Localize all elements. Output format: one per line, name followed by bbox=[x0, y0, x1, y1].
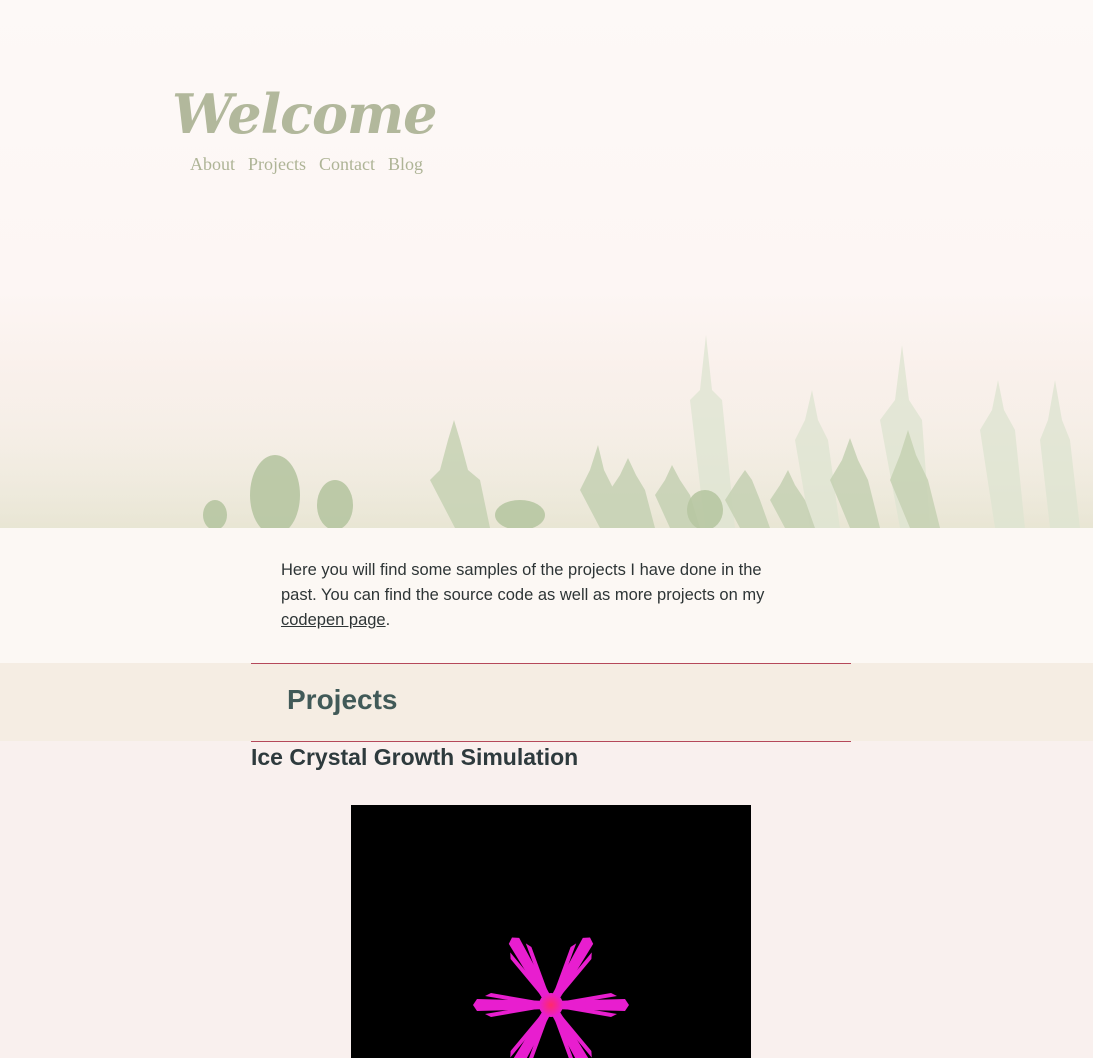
projects-heading: Projects bbox=[287, 684, 398, 715]
forest-background-image bbox=[0, 335, 1093, 528]
hero-banner: Welcome About Projects Contact Blog bbox=[0, 0, 1093, 528]
page-title: Welcome bbox=[172, 82, 438, 146]
intro-text: Here you will find some samples of the p… bbox=[281, 561, 765, 604]
intro-paragraph: Here you will find some samples of the p… bbox=[281, 558, 801, 633]
nav-link-about[interactable]: About bbox=[190, 154, 235, 175]
simulation-canvas[interactable] bbox=[351, 805, 751, 1058]
projects-heading-band bbox=[0, 663, 1093, 741]
project-title: Ice Crystal Growth Simulation bbox=[251, 744, 579, 770]
nav-link-projects[interactable]: Projects bbox=[248, 154, 306, 175]
divider-top bbox=[251, 663, 851, 664]
nav-link-contact[interactable]: Contact bbox=[319, 154, 375, 175]
codepen-link[interactable]: codepen page bbox=[281, 611, 386, 629]
main-nav: About Projects Contact Blog bbox=[190, 154, 423, 175]
intro-text-end: . bbox=[385, 611, 391, 629]
divider-bottom bbox=[251, 741, 851, 742]
intro-section: Here you will find some samples of the p… bbox=[0, 528, 1093, 663]
ice-crystal-image bbox=[473, 931, 629, 1058]
nav-link-blog[interactable]: Blog bbox=[388, 154, 423, 175]
